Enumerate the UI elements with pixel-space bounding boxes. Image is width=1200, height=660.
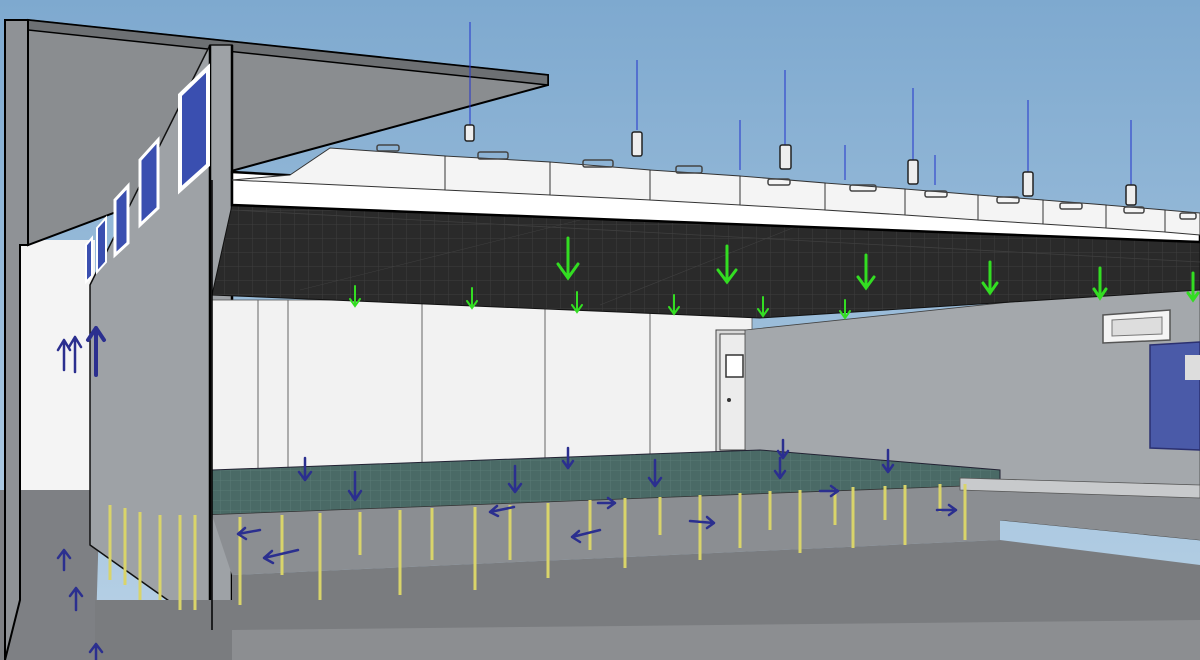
- ffu-box: [977, 194, 1044, 225]
- cleanroom-airflow-diagram: [0, 0, 1200, 660]
- ffu-box: [444, 155, 551, 196]
- clerestory-window: [96, 215, 107, 275]
- left-back-wall: [20, 240, 95, 490]
- cleanroom-back-wall: [211, 299, 753, 471]
- ffu-box: [1105, 204, 1166, 233]
- ffu-box: [824, 182, 906, 216]
- panel-label: [1185, 355, 1200, 380]
- door-window: [725, 354, 744, 378]
- clerestory-window: [113, 182, 130, 259]
- door-handle: [727, 398, 731, 402]
- ffu-box: [904, 188, 979, 221]
- ffu-box: [649, 169, 741, 206]
- ffu-box: [1042, 199, 1107, 229]
- return-grille-slot: [1111, 316, 1163, 337]
- clerestory-window: [85, 235, 93, 285]
